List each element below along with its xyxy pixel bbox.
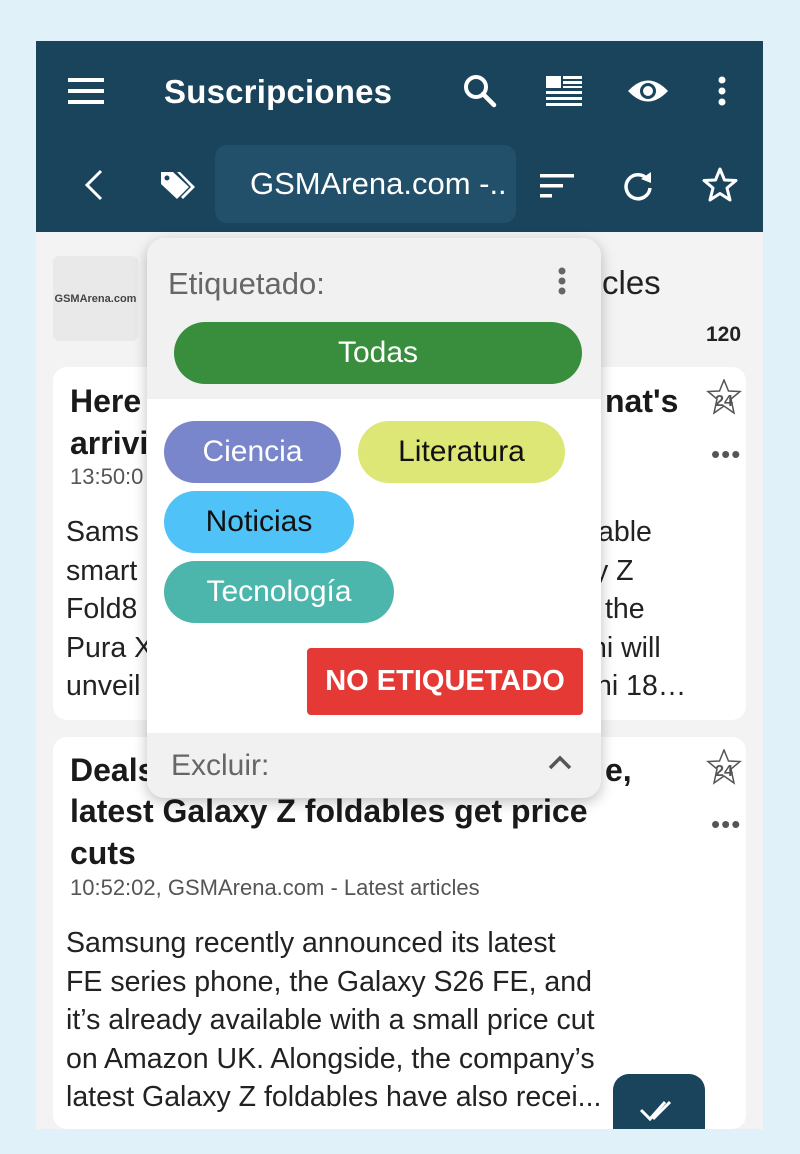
- badge-24-text: 24: [715, 393, 733, 410]
- tag-all-button[interactable]: Todas: [174, 322, 582, 384]
- more-horiz-icon[interactable]: •••: [711, 809, 741, 840]
- article-body-line: on Amazon UK. Alongside, the company’s: [66, 1043, 595, 1075]
- tag-icon[interactable]: [158, 167, 198, 203]
- tag-chip-literatura[interactable]: Literatura: [358, 421, 565, 483]
- article-title-line: Deals: [70, 752, 156, 788]
- badge-24-text: 24: [715, 763, 733, 780]
- page-title: Suscripciones: [164, 73, 393, 110]
- exclude-section[interactable]: Excluir:: [147, 733, 601, 798]
- more-horiz-icon[interactable]: •••: [711, 439, 741, 470]
- article-count: 120: [706, 323, 742, 346]
- more-vert-icon[interactable]: [712, 73, 732, 109]
- article-meta: 13:50:0: [70, 464, 144, 489]
- article-title-line: nat's: [605, 383, 679, 419]
- article-body-line: ni will: [591, 632, 661, 664]
- app-screen: Suscripciones GSMArena.com -.. GSMArena.…: [36, 41, 763, 1129]
- tag-chip-noticias[interactable]: Noticias: [164, 491, 354, 553]
- article-body-line: Samsung recently announced its latest: [66, 927, 556, 959]
- article-body-line: smart: [66, 555, 138, 587]
- tag-chip-tecnologia[interactable]: Tecnología: [164, 561, 394, 623]
- untagged-button[interactable]: NO ETIQUETADO: [307, 648, 583, 715]
- mark-all-read-button[interactable]: [613, 1074, 705, 1129]
- article-body-line: Pura X: [66, 632, 154, 664]
- chevron-up-icon[interactable]: [547, 753, 573, 773]
- app-bar: Suscripciones GSMArena.com -..: [36, 41, 763, 232]
- badge-24h-icon: 24: [704, 748, 744, 789]
- feed-title: cles: [602, 264, 661, 301]
- back-icon[interactable]: [80, 167, 108, 203]
- menu-icon[interactable]: [66, 73, 106, 109]
- article-body-line: FE series phone, the Galaxy S26 FE, and: [66, 966, 592, 998]
- article-title-line: Here: [70, 383, 142, 419]
- sort-icon[interactable]: [538, 171, 576, 201]
- popup-label-tagged: Etiquetado:: [168, 266, 325, 301]
- article-title-line: cuts: [70, 835, 136, 871]
- article-body-line: Sams: [66, 516, 139, 548]
- refresh-icon[interactable]: [620, 168, 656, 204]
- tag-filter-popup: Etiquetado: Todas Ciencia Literatura Not…: [147, 238, 601, 798]
- star-icon[interactable]: [701, 166, 739, 204]
- article-meta: 10:52:02, GSMArena.com - Latest articles: [70, 875, 480, 900]
- article-body-line: able: [598, 516, 652, 548]
- article-body-line: latest Galaxy Z foldables have also rece…: [66, 1081, 602, 1113]
- more-vert-icon[interactable]: [551, 264, 573, 300]
- article-body-line: the: [605, 593, 645, 625]
- search-icon[interactable]: [460, 71, 500, 111]
- article-body-line: it’s already available with a small pric…: [66, 1004, 595, 1036]
- article-body-line: ni 18…: [596, 670, 687, 702]
- article-body-line: unveil: [66, 670, 141, 702]
- feed-logo: GSMArena.com: [53, 256, 138, 341]
- badge-24h-icon: 24: [704, 378, 744, 419]
- feed-selector-label: GSMArena.com -..: [250, 166, 507, 201]
- exclude-label: Excluir:: [171, 749, 270, 782]
- tag-chip-ciencia[interactable]: Ciencia: [164, 421, 341, 483]
- done-all-icon: [639, 1100, 672, 1122]
- article-title-line: e,: [605, 752, 632, 788]
- article-title-line: arrivi: [70, 425, 149, 461]
- eye-icon[interactable]: [626, 74, 670, 108]
- article-body-line: Fold8: [66, 593, 138, 625]
- view-list-icon[interactable]: [544, 73, 584, 109]
- device-frame: Suscripciones GSMArena.com -.. GSMArena.…: [0, 0, 800, 1154]
